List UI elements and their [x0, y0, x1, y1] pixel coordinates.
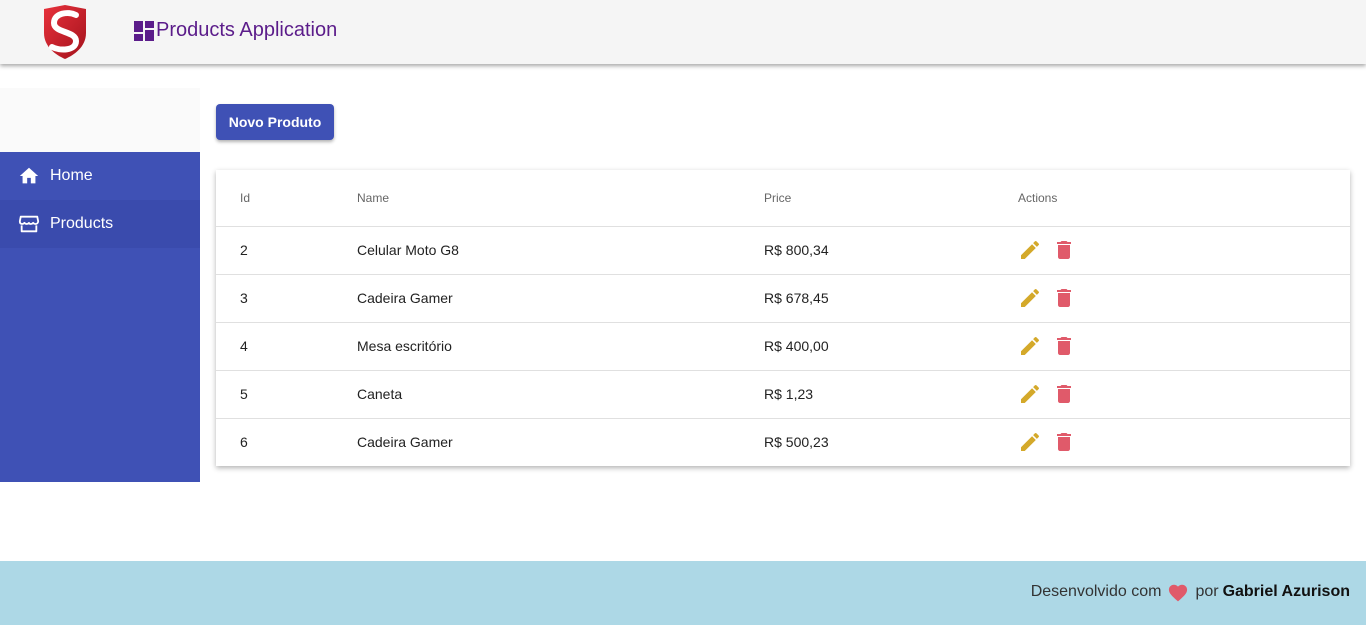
edit-icon[interactable]	[1018, 286, 1042, 310]
cell-price: R$ 800,34	[764, 226, 1018, 275]
footer-author: Gabriel Azurison	[1222, 583, 1350, 600]
shield-s-logo[interactable]	[38, 3, 92, 61]
app-footer: Desenvolvido com por Gabriel Azurison	[0, 561, 1366, 625]
delete-icon[interactable]	[1052, 382, 1076, 406]
edit-icon[interactable]	[1018, 430, 1042, 454]
sidebar-item-label: Products	[50, 215, 114, 232]
sidebar-item-home[interactable]: Home	[0, 152, 200, 200]
column-header-id: Id	[216, 170, 357, 227]
cell-id: 4	[216, 322, 357, 371]
store-icon	[18, 215, 40, 233]
cell-id: 6	[240, 434, 248, 451]
footer-credits: Desenvolvido com por Gabriel Azurison	[1031, 582, 1350, 602]
cell-actions	[1018, 274, 1350, 323]
app-title: Products Application	[156, 19, 338, 41]
footer-prefix: Desenvolvido com	[1030, 583, 1162, 600]
cell-price: R$ 500,23	[764, 434, 829, 451]
cell-id: 3	[216, 274, 357, 323]
edit-icon[interactable]	[1018, 382, 1042, 406]
table-row: 3 Cadeira Gamer R$ 678,45	[216, 274, 1350, 323]
column-header-name: Name	[357, 170, 764, 227]
column-header-actions: Actions	[1018, 170, 1350, 227]
products-table: Id Name Price Actions 2 Celular Moto G8 …	[216, 170, 1350, 466]
cell-id: 5	[216, 370, 357, 419]
footer-middle: por	[1195, 583, 1219, 600]
cell-name: Caneta	[357, 370, 764, 419]
cell-name: Cadeira Gamer	[357, 434, 453, 451]
cell-name: Mesa escritório	[357, 322, 764, 371]
cell-actions	[1018, 322, 1350, 371]
cell-price: R$ 678,45	[764, 274, 1018, 323]
cell-name: Celular Moto G8	[357, 226, 764, 275]
cell-id: 2	[216, 226, 357, 275]
new-product-button[interactable]: Novo Produto	[216, 104, 334, 140]
column-header-price: Price	[764, 170, 1018, 227]
cell-price: R$ 1,23	[764, 370, 1018, 419]
sidebar: Home Products	[0, 152, 200, 482]
products-table-card: Id Name Price Actions 2 Celular Moto G8 …	[216, 170, 1350, 466]
table-row: 5 Caneta R$ 1,23	[216, 370, 1350, 419]
delete-icon[interactable]	[1052, 334, 1076, 358]
dashboard-icon	[134, 20, 154, 41]
app-title-group: Products Application	[134, 19, 337, 42]
delete-icon[interactable]	[1052, 238, 1076, 262]
cell-actions	[1018, 418, 1350, 466]
home-icon	[19, 167, 39, 184]
cell-actions	[1018, 226, 1350, 275]
edit-icon[interactable]	[1018, 334, 1042, 358]
app-header: Products Application	[0, 0, 1366, 64]
edit-icon[interactable]	[1018, 238, 1042, 262]
heart-icon	[1169, 584, 1188, 602]
cell-price: R$ 400,00	[764, 322, 1018, 371]
delete-icon[interactable]	[1052, 286, 1076, 310]
table-row: 2 Celular Moto G8 R$ 800,34	[216, 226, 1350, 275]
table-row: 6 Cadeira Gamer R$ 500,23	[216, 418, 1350, 466]
delete-icon[interactable]	[1052, 430, 1076, 454]
table-row: 4 Mesa escritório R$ 400,00	[216, 322, 1350, 371]
sidebar-item-label: Home	[50, 167, 93, 184]
cell-actions	[1018, 370, 1350, 419]
table-header-row: Id Name Price Actions	[216, 170, 1350, 227]
sidebar-item-products[interactable]: Products	[0, 200, 200, 248]
cell-name: Cadeira Gamer	[357, 274, 764, 323]
sidebar-spacer	[0, 88, 200, 152]
